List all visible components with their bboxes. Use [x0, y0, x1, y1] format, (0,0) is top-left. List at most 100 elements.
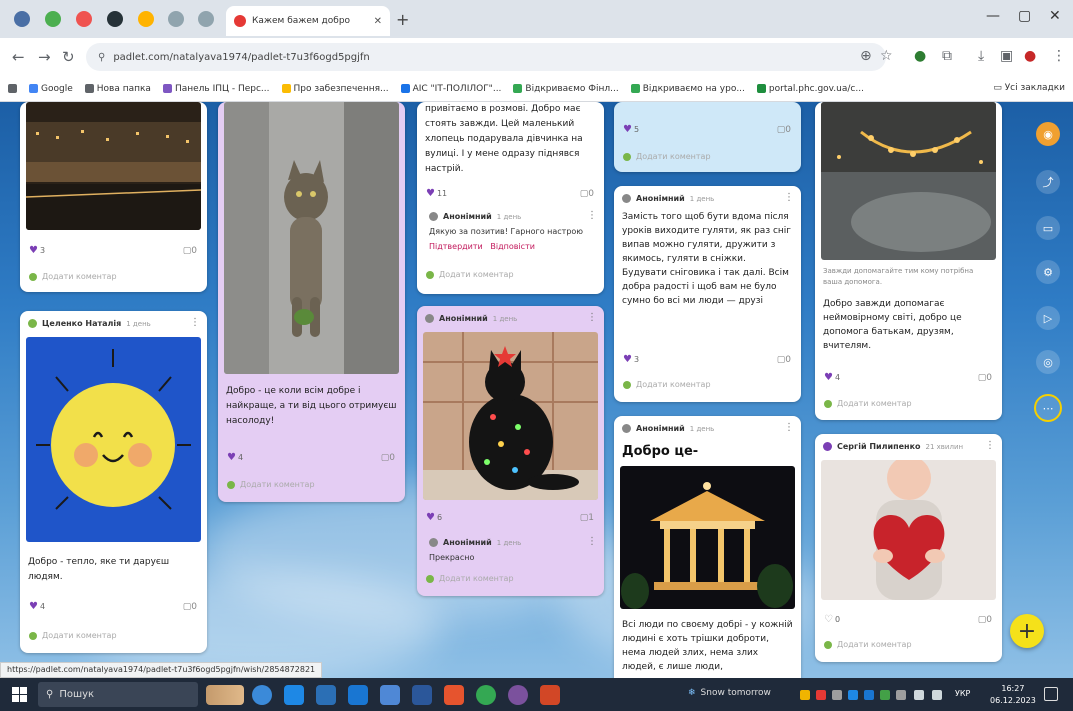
windows-start-icon[interactable] [12, 687, 27, 702]
active-tab[interactable]: Кажем бажем добро ✕ [226, 6, 390, 36]
add-comment[interactable]: Додати коментар [426, 574, 514, 583]
comment-menu-icon[interactable]: ⋮ [587, 210, 597, 221]
add-comment[interactable]: Додати коментар [623, 380, 711, 389]
bookmark-item[interactable]: Google [29, 84, 73, 94]
profile-icon[interactable]: ◉ [1036, 122, 1060, 146]
bookmark-item[interactable]: Нова папка [84, 84, 151, 94]
forward-icon[interactable]: → [38, 48, 51, 66]
bookmark-item[interactable]: Панель ІПЦ - Перс... [162, 84, 270, 94]
bookmark-item[interactable]: Відкриваємо Фінл... [513, 84, 619, 94]
new-tab-icon[interactable]: + [396, 10, 409, 29]
post-image-golden-lights[interactable] [821, 102, 996, 260]
all-bookmarks[interactable]: ▭ Усі закладки [993, 83, 1065, 93]
pinned-tab-5[interactable] [168, 11, 184, 27]
pinned-tab-3[interactable] [107, 11, 123, 27]
like-button[interactable]: ♥ 3 [623, 354, 639, 365]
sidepanel-icon[interactable]: ▣ [1000, 48, 1013, 64]
more-options-icon[interactable]: ⋯ [1034, 394, 1062, 422]
add-comment[interactable]: Додати коментар [29, 272, 117, 281]
tab-search-icon[interactable] [14, 11, 30, 27]
menu-icon[interactable]: ⋮ [1052, 48, 1066, 64]
tray-icon[interactable] [800, 690, 810, 700]
tray-icon[interactable] [816, 690, 826, 700]
bookmark-item[interactable]: АІС "ІТ-ПОЛІЛОГ"... [400, 84, 501, 94]
taskbar-clock[interactable]: 16:27 06.12.2023 [990, 683, 1036, 707]
confirm-link[interactable]: Підтвердити [429, 242, 483, 251]
post-card[interactable]: Завжди допомагайте тим кому потрібна ваш… [815, 102, 1002, 420]
post-image-city-night[interactable] [26, 102, 201, 230]
comment-count[interactable]: ▢0 [777, 125, 791, 135]
taskbar-search[interactable]: ⚲ Пошук [38, 682, 198, 707]
add-comment[interactable]: Додати коментар [227, 480, 315, 489]
settings-icon[interactable]: ⚙ [1036, 260, 1060, 284]
volume-icon[interactable] [932, 690, 942, 700]
notifications-icon[interactable] [1044, 687, 1058, 701]
post-card[interactable]: привітаємо в розмові. Добро має стоять з… [417, 102, 604, 294]
minimize-icon[interactable]: — [986, 8, 1000, 24]
post-card[interactable]: Сергій Пилипенко 21 хвилин ⋮ ♡ 0 ▢0 Додат… [815, 434, 1002, 662]
like-button[interactable]: ♥ 11 [426, 188, 447, 199]
url-field[interactable]: ⚲ padlet.com/natalyava1974/padlet-t7u3f6… [86, 43, 886, 71]
add-comment[interactable]: Додати коментар [623, 152, 711, 161]
comment-count[interactable]: ▢0 [183, 602, 197, 612]
post-card[interactable]: Анонімний 1 день ⋮ ♥ 6 ▢1 Анонімний 1 ден… [417, 306, 604, 596]
post-card[interactable]: Целенко Наталія 1 день ⋮ Добро - тепло, … [20, 311, 207, 653]
tray-icon[interactable] [832, 690, 842, 700]
close-window-icon[interactable]: ✕ [1049, 8, 1061, 24]
like-button[interactable]: ♥ 4 [227, 452, 243, 463]
back-icon[interactable]: ← [12, 48, 25, 66]
add-comment[interactable]: Додати коментар [29, 631, 117, 640]
tray-icon[interactable] [864, 690, 874, 700]
weather-widget[interactable]: ❄ Snow tomorrow [688, 688, 771, 698]
maximize-icon[interactable]: ▢ [1018, 8, 1031, 24]
keyboard-language[interactable]: УКР [955, 689, 970, 698]
reload-icon[interactable]: ↻ [62, 48, 75, 66]
post-image-cat-in-snow[interactable] [224, 102, 399, 374]
reply-link[interactable]: Відповісти [490, 242, 535, 251]
comment-count[interactable]: ▢0 [183, 246, 197, 256]
post-menu-icon[interactable]: ⋮ [587, 312, 597, 323]
bookmark-item[interactable]: Про забезпечення... [281, 84, 389, 94]
site-info-icon[interactable]: ⚲ [98, 52, 105, 63]
post-menu-icon[interactable]: ⋮ [985, 440, 995, 451]
add-comment[interactable]: Додати коментар [824, 640, 912, 649]
comment-count[interactable]: ▢0 [580, 189, 594, 199]
tray-icon[interactable] [880, 690, 890, 700]
pinned-tab-4[interactable] [138, 11, 154, 27]
post-card[interactable]: ♥ 3 ▢0 Додати коментар [20, 102, 207, 292]
comment-menu-icon[interactable]: ⋮ [587, 536, 597, 547]
bookmark-item[interactable]: portal.phc.gov.ua/c... [756, 84, 864, 94]
add-post-button[interactable]: + [1010, 614, 1044, 648]
viber-icon[interactable] [508, 685, 528, 705]
slideshow-icon[interactable]: ▭ [1036, 216, 1060, 240]
comment-count[interactable]: ▢0 [381, 453, 395, 463]
chrome-icon[interactable] [252, 685, 272, 705]
puzzle-icon[interactable]: ⧉ [942, 48, 952, 64]
people-app-icon[interactable] [206, 685, 244, 705]
post-image-lit-pavilion[interactable] [620, 466, 795, 609]
post-card[interactable]: Анонімний 1 день ⋮ Добро це- Всі люди по… [614, 416, 801, 678]
tray-icon[interactable] [896, 690, 906, 700]
add-comment[interactable]: Додати коментар [426, 270, 514, 279]
post-image-child-holding-heart[interactable] [821, 460, 996, 600]
download-icon[interactable]: ⤓ [978, 48, 984, 64]
pinned-tab-1[interactable] [45, 11, 61, 27]
like-button[interactable]: ♡ 0 [824, 614, 840, 625]
paint-icon[interactable] [444, 685, 464, 705]
comment-count[interactable]: ▢0 [978, 615, 992, 625]
pinned-tab-6[interactable] [198, 11, 214, 27]
like-button[interactable]: ♥ 4 [29, 601, 45, 612]
like-button[interactable]: ♥ 3 [29, 245, 45, 256]
store-icon[interactable] [316, 685, 336, 705]
chrome-active-icon[interactable] [476, 685, 496, 705]
office-icon[interactable] [380, 685, 400, 705]
word-icon[interactable] [412, 685, 432, 705]
explorer-icon[interactable] [284, 685, 304, 705]
profile-avatar-icon[interactable]: ● [1024, 48, 1036, 64]
like-button[interactable]: ♥ 5 [623, 124, 639, 135]
extension-green-icon[interactable]: ● [914, 48, 926, 64]
extensions-icon[interactable]: ⊕ [860, 48, 872, 64]
post-card[interactable]: ♥ 5 ▢0 Додати коментар [614, 102, 801, 172]
comment-count[interactable]: ▢0 [978, 373, 992, 383]
comment-count[interactable]: ▢0 [777, 355, 791, 365]
